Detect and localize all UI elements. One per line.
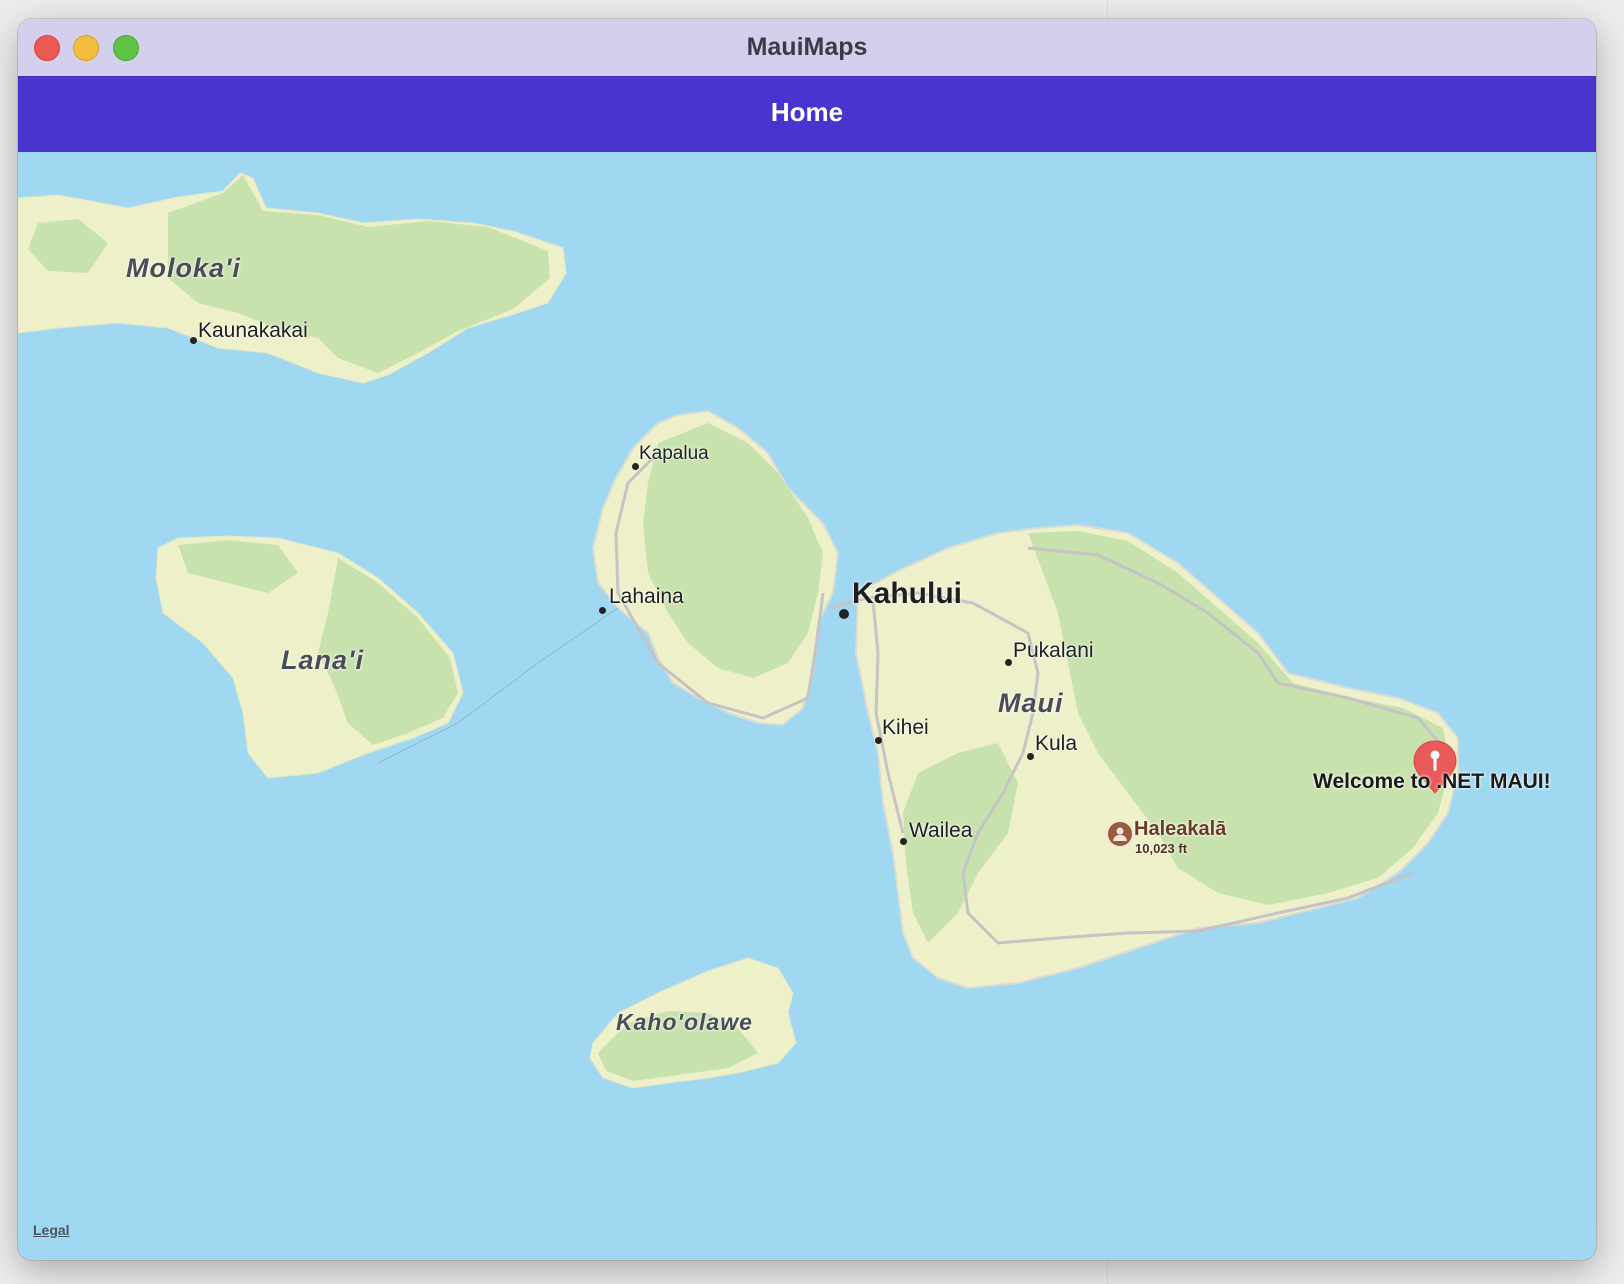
map-view[interactable]: Moloka'i Lana'i Maui Kaho'olawe Kaunakak… xyxy=(18,153,1596,1260)
place-label-lahaina[interactable]: Lahaina xyxy=(609,585,684,609)
peak-elevation: 10,023 ft xyxy=(1135,841,1188,856)
pin-callout-label: Welcome to .NET MAUI! xyxy=(1313,770,1551,793)
place-dot xyxy=(875,737,882,744)
page-title: Home xyxy=(770,97,844,127)
place-dot xyxy=(1005,659,1012,666)
app-window: MauiMaps Home Moloka'i Lana'i Maui Kaho'… xyxy=(18,19,1596,1260)
island-label-lanai: Lana'i xyxy=(281,645,364,675)
place-dot xyxy=(839,609,849,619)
peak-glyph xyxy=(1113,827,1127,841)
legal-link[interactable]: Legal xyxy=(33,1222,70,1238)
place-dot xyxy=(900,838,907,845)
place-label-kapalua[interactable]: Kapalua xyxy=(639,443,709,465)
place-label-wailea[interactable]: Wailea xyxy=(909,819,972,843)
place-label-pukalani[interactable]: Pukalani xyxy=(1013,639,1094,663)
place-label-kihei[interactable]: Kihei xyxy=(882,716,929,740)
title-bar[interactable]: MauiMaps xyxy=(18,19,1596,77)
island-label-kahoolawe: Kaho'olawe xyxy=(616,1009,753,1035)
peak-label[interactable]: Haleakalā xyxy=(1134,818,1226,841)
island-label-molokai: Moloka'i xyxy=(126,253,241,283)
place-label-kahului[interactable]: Kahului xyxy=(852,577,962,611)
place-label-kula[interactable]: Kula xyxy=(1035,732,1077,756)
place-dot xyxy=(599,607,606,614)
mountain-peak-icon[interactable] xyxy=(1106,820,1134,848)
place-dot xyxy=(190,337,197,344)
island-label-maui: Maui xyxy=(998,688,1064,718)
place-label-kaunakakai[interactable]: Kaunakakai xyxy=(198,319,308,343)
place-dot xyxy=(632,463,639,470)
place-dot xyxy=(1027,753,1034,760)
navigation-bar: Home xyxy=(18,77,1596,152)
window-title: MauiMaps xyxy=(746,33,868,61)
